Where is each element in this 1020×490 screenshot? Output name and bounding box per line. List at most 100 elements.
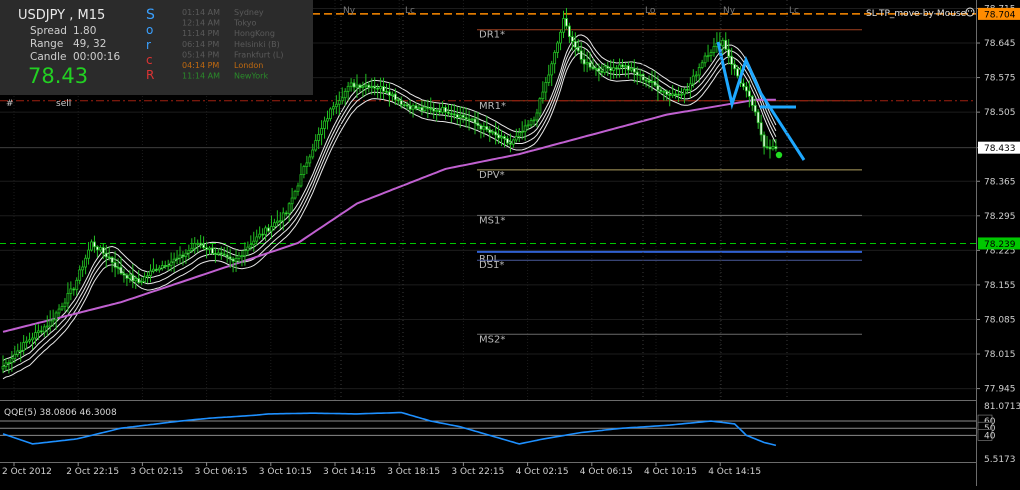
- candle-body: [686, 88, 689, 91]
- candle-body: [721, 39, 725, 47]
- candle-body: [641, 73, 645, 81]
- session-city: Sydney: [234, 8, 264, 17]
- candle-body: [591, 66, 595, 70]
- session-city: Helsinki (B): [234, 40, 280, 49]
- vertical-letter: o: [146, 23, 153, 37]
- candle-body: [243, 250, 247, 257]
- candle-body: [747, 90, 751, 97]
- candle-body: [63, 302, 67, 307]
- candle-body: [635, 71, 639, 76]
- candle-body: [621, 64, 624, 68]
- range-label: Range: [30, 38, 63, 50]
- session-time: 12:14 AM: [182, 19, 220, 28]
- candle-body: [429, 107, 433, 110]
- vertical-letter: S: [146, 7, 155, 23]
- candle-body: [700, 62, 704, 68]
- candle-body: [4, 362, 8, 367]
- spread-label: Spread: [30, 25, 67, 37]
- candle-body: [579, 50, 583, 60]
- candle-body: [535, 112, 539, 121]
- candle-body: [618, 64, 621, 69]
- candle-body: [314, 140, 318, 151]
- price-axis[interactable]: 78.71578.64578.57578.50578.43378.36578.2…: [976, 4, 1016, 395]
- pivot-label-mr1: MR1*: [479, 101, 506, 112]
- candle-body: [202, 244, 206, 249]
- pivot-label-ms2: MS2*: [479, 334, 505, 345]
- candle-body: [258, 233, 262, 238]
- x-tick-label: 2 Oct 22:15: [66, 467, 119, 477]
- qqe-subwindow[interactable]: QQE(5) 38.0806 46.3008 81.07136050405.51…: [0, 402, 1020, 465]
- session-marker-label: Lc: [789, 6, 799, 16]
- candle-body: [438, 110, 442, 113]
- candle-body: [665, 90, 669, 95]
- qqe-label: QQE(5) 38.0806 46.3008: [4, 408, 117, 418]
- candle-body: [160, 265, 164, 269]
- candle-body: [650, 81, 654, 83]
- price-chart[interactable]: DR1*MR1*DPV*MS1*RDLDS1*MS2* Ny Lc Lo Ny Lc U…: [0, 0, 1020, 486]
- candle-body: [10, 358, 14, 363]
- y-tick-label: 78.155: [984, 281, 1016, 291]
- vertical-letter: r: [146, 38, 151, 52]
- candle-body: [152, 268, 155, 272]
- candle-body: [753, 105, 757, 113]
- candle-body: [16, 350, 20, 355]
- candle-body: [585, 62, 589, 65]
- candle-body: [370, 86, 374, 89]
- candle-body: [343, 90, 347, 99]
- candle-body: [736, 68, 739, 77]
- candle-body: [541, 91, 545, 100]
- candle-body: [19, 349, 23, 352]
- x-tick-label: 3 Oct 10:15: [259, 467, 312, 477]
- candle-body: [166, 264, 170, 267]
- candle-body: [270, 226, 273, 232]
- candle-body: [131, 274, 135, 282]
- spread-value: 1.80: [73, 25, 96, 37]
- vertical-letter: R: [146, 68, 154, 82]
- candle-body: [615, 67, 618, 70]
- candle-body: [553, 52, 557, 65]
- candle-body: [110, 257, 114, 263]
- candle-body: [66, 293, 70, 304]
- y-tick-label: 77.945: [984, 385, 1016, 395]
- price-tag-text: 78.433: [984, 144, 1016, 154]
- candle-body: [137, 278, 141, 284]
- time-axis[interactable]: 2 Oct 2012 2 Oct 22:15 3 Oct 02:15 3 Oct 06…: [2, 462, 761, 477]
- candle-body: [346, 85, 350, 92]
- candle-body: [211, 247, 214, 254]
- y-tick-label: 78.505: [984, 108, 1016, 118]
- candle-body: [444, 107, 447, 113]
- candle-body: [208, 247, 211, 250]
- x-tick-label: 4 Oct 14:15: [708, 467, 761, 477]
- candle-body: [272, 222, 276, 227]
- pivot-label-ds1: DS1*: [479, 260, 504, 271]
- candle-body: [508, 142, 512, 145]
- candle-body: [231, 258, 235, 262]
- candle-body: [644, 79, 648, 82]
- session-time: 04:14 PM: [182, 61, 219, 70]
- candle-body: [414, 105, 418, 109]
- candle-body: [677, 93, 680, 96]
- candle-body: [154, 268, 158, 271]
- candle-body: [432, 108, 436, 112]
- candle-body: [172, 258, 176, 263]
- session-time: 11:14 PM: [182, 29, 219, 38]
- candle-body: [113, 262, 117, 268]
- x-tick-label: 3 Oct 14:15: [323, 467, 376, 477]
- candle-body: [556, 42, 559, 53]
- candle-body: [745, 86, 748, 92]
- candle-body: [390, 93, 394, 96]
- candle-body: [393, 93, 397, 101]
- x-tick-label: 4 Oct 06:15: [580, 467, 633, 477]
- candle-body: [373, 86, 377, 89]
- candle-body: [364, 84, 368, 87]
- candle-body: [612, 67, 616, 71]
- info-panel: USDJPY , M15 Spread 1.80 Range 49, 32 Ca…: [0, 0, 313, 95]
- candle-body: [219, 252, 223, 255]
- candle-body: [420, 107, 424, 112]
- candle-body: [323, 120, 326, 129]
- candle-body: [34, 332, 37, 339]
- candle-body: [523, 125, 527, 133]
- candle-body: [193, 243, 197, 249]
- candle-body: [511, 139, 515, 145]
- candle-body: [503, 136, 506, 140]
